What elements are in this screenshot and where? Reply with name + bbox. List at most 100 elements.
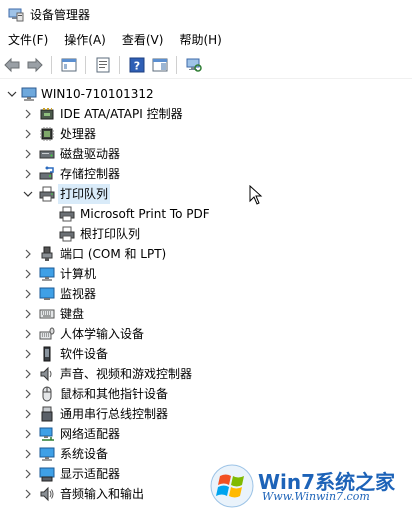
tree-item-microsoft-print-to-pdf[interactable]: Microsoft Print To PDF <box>0 204 412 224</box>
disk-drive-icon <box>39 150 55 159</box>
ide-controller-icon <box>40 108 54 120</box>
action-pane-button[interactable] <box>149 54 171 76</box>
back-button[interactable] <box>1 54 23 76</box>
tree-item-root-print-queue[interactable]: 根打印队列 <box>0 224 412 244</box>
menu-bar: 文件(F) 操作(A) 查看(V) 帮助(H) <box>0 30 412 50</box>
tree-item-print-queues[interactable]: 打印队列 <box>0 184 412 204</box>
windows-logo-icon <box>210 464 254 508</box>
tree-item-label: 监视器 <box>60 287 97 301</box>
title-bar: 设备管理器 <box>0 0 412 28</box>
scan-hardware-icon <box>186 58 202 72</box>
tree-item-ports[interactable]: 端口 (COM 和 LPT) <box>0 244 412 264</box>
toolbar-separator <box>176 56 177 74</box>
tree-item-keyboard[interactable]: 键盘 <box>0 304 412 324</box>
tree-item-sound-video-game[interactable]: 声音、视频和游戏控制器 <box>0 364 412 384</box>
device-tree: WIN10-710101312 IDE ATA/ATAPI 控制器 处理器 磁盘… <box>0 80 412 516</box>
tree-item-label: 网络适配器 <box>60 427 121 441</box>
expand-chevron-icon[interactable] <box>22 384 34 404</box>
properties-icon <box>96 57 110 73</box>
menu-file[interactable]: 文件(F) <box>0 30 56 50</box>
tree-item-mouse[interactable]: 鼠标和其他指针设备 <box>0 384 412 404</box>
software-device-icon <box>43 346 51 362</box>
tree-root-label: WIN10-710101312 <box>41 87 154 101</box>
tree-item-label: 根打印队列 <box>80 227 141 241</box>
display-adapter-icon <box>39 467 55 482</box>
svg-text:?: ? <box>134 60 140 73</box>
back-arrow-icon <box>4 57 20 73</box>
forward-button[interactable] <box>24 54 46 76</box>
expand-chevron-icon[interactable] <box>22 324 34 344</box>
show-hide-console-tree-button[interactable] <box>58 54 80 76</box>
printer-icon <box>39 186 55 202</box>
tree-item-label: 声音、视频和游戏控制器 <box>60 367 193 381</box>
expand-chevron-icon[interactable] <box>22 124 34 144</box>
tree-item-label: 音频输入和输出 <box>60 487 145 501</box>
tree-item-label: 通用串行总线控制器 <box>60 407 169 421</box>
expand-chevron-icon[interactable] <box>22 444 34 464</box>
scan-hardware-button[interactable] <box>183 54 205 76</box>
tree-item-storage-controller[interactable]: 存储控制器 <box>0 164 412 184</box>
menu-help[interactable]: 帮助(H) <box>171 30 229 50</box>
expand-chevron-icon[interactable] <box>22 284 34 304</box>
expand-chevron-icon[interactable] <box>22 244 34 264</box>
tree-root[interactable]: WIN10-710101312 <box>0 84 412 104</box>
tree-item-label: 鼠标和其他指针设备 <box>60 387 169 401</box>
mouse-cursor-icon <box>249 185 263 205</box>
tree-item-ide-controller[interactable]: IDE ATA/ATAPI 控制器 <box>0 104 412 124</box>
storage-controller-icon <box>39 166 54 180</box>
expand-chevron-icon[interactable] <box>22 144 34 164</box>
tree-item-system-device[interactable]: 系统设备 <box>0 444 412 464</box>
tree-item-label: Microsoft Print To PDF <box>80 207 210 221</box>
properties-button[interactable] <box>92 54 114 76</box>
collapse-chevron-icon[interactable] <box>22 184 34 204</box>
help-icon: ? <box>129 57 145 73</box>
expand-chevron-icon[interactable] <box>22 104 34 124</box>
tree-item-label: 打印队列 <box>58 184 111 204</box>
menu-view[interactable]: 查看(V) <box>114 30 172 50</box>
window-title: 设备管理器 <box>30 7 91 22</box>
printer-icon <box>59 206 75 222</box>
expand-chevron-icon[interactable] <box>22 364 34 384</box>
toolbar: ? <box>0 52 412 79</box>
tree-item-software-device[interactable]: 软件设备 <box>0 344 412 364</box>
computer-icon <box>39 267 55 281</box>
device-manager-icon <box>8 8 24 22</box>
tree-item-label: 软件设备 <box>60 347 109 361</box>
keyboard-icon <box>39 309 55 319</box>
tree-item-usb-controller[interactable]: 通用串行总线控制器 <box>0 404 412 424</box>
tree-item-monitor[interactable]: 监视器 <box>0 284 412 304</box>
speaker-icon <box>40 366 52 382</box>
menu-action[interactable]: 操作(A) <box>56 30 114 50</box>
expand-chevron-icon[interactable] <box>22 304 34 324</box>
watermark-url: Www.Winwin7.com <box>262 490 370 503</box>
expand-chevron-icon[interactable] <box>22 344 34 364</box>
monitor-icon <box>39 287 55 300</box>
tree-item-label: 显示适配器 <box>60 467 121 481</box>
collapse-chevron-icon[interactable] <box>6 84 18 104</box>
expand-chevron-icon[interactable] <box>22 484 34 504</box>
usb-icon <box>41 406 53 422</box>
tree-item-network-adapter[interactable]: 网络适配器 <box>0 424 412 444</box>
expand-chevron-icon[interactable] <box>22 424 34 444</box>
expand-chevron-icon[interactable] <box>22 164 34 184</box>
watermark: Win7系统之家 Www.Winwin7.com <box>210 464 406 508</box>
help-button[interactable]: ? <box>126 54 148 76</box>
tree-item-label: 键盘 <box>60 307 85 321</box>
forward-arrow-icon <box>27 57 43 73</box>
tree-item-label: 磁盘驱动器 <box>60 147 121 161</box>
tree-item-label: 处理器 <box>60 127 97 141</box>
tree-item-hid[interactable]: 人体学输入设备 <box>0 324 412 344</box>
tree-item-label: 系统设备 <box>60 447 109 461</box>
action-pane-icon <box>152 58 168 72</box>
expand-chevron-icon[interactable] <box>22 404 34 424</box>
expand-chevron-icon[interactable] <box>22 464 34 484</box>
toolbar-separator <box>85 56 86 74</box>
tree-item-processor[interactable]: 处理器 <box>0 124 412 144</box>
tree-item-label: IDE ATA/ATAPI 控制器 <box>60 107 183 121</box>
tree-item-computer[interactable]: 计算机 <box>0 264 412 284</box>
toolbar-separator <box>51 56 52 74</box>
tree-item-disk-drive[interactable]: 磁盘驱动器 <box>0 144 412 164</box>
toolbar-separator <box>119 56 120 74</box>
system-device-icon <box>39 447 55 461</box>
expand-chevron-icon[interactable] <box>22 264 34 284</box>
